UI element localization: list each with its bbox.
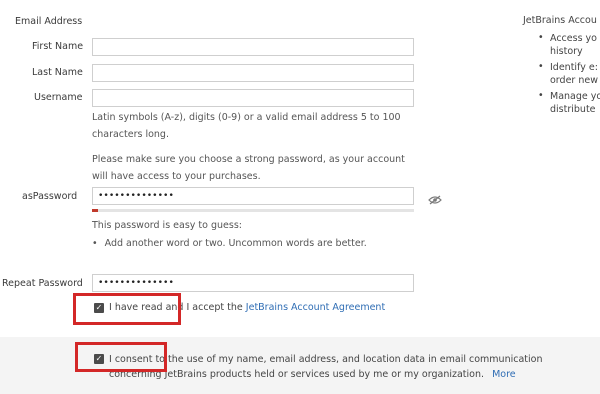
username-hint-line-2: characters long. — [92, 129, 169, 140]
sidebar-bullet: • — [538, 32, 544, 43]
password-note: Please make sure you choose a strong pas… — [92, 151, 405, 185]
username-input[interactable] — [92, 89, 414, 107]
repeat-password-input[interactable]: •••••••••••••• — [92, 274, 414, 292]
password-label-prefix: as — [22, 191, 33, 202]
password-label-text: Password — [32, 191, 78, 202]
username-hint: Latin symbols (A-z), digits (0-9) or a v… — [92, 109, 401, 143]
password-strength-bar — [92, 209, 414, 212]
agreement-highlight — [73, 293, 181, 325]
email-address-label: Email Address — [15, 16, 83, 27]
password-tip-text: Add another word or two. Uncommon words … — [104, 238, 367, 249]
sidebar-item-2: Identify e: order new — [550, 61, 598, 87]
password-note-line-2: will have access to your purchases. — [92, 171, 261, 182]
password-strength-fill — [92, 209, 99, 212]
sidebar-item-3: Manage yo distribute — [550, 90, 600, 116]
agreement-link[interactable]: JetBrains Account Agreement — [246, 302, 385, 313]
password-label: asPassword — [22, 191, 77, 202]
eye-slash-icon[interactable] — [428, 190, 442, 205]
first-name-label: First Name — [32, 41, 84, 52]
username-label: Username — [34, 92, 83, 103]
sidebar-item-2-line-1: Identify e: — [550, 62, 598, 73]
password-tip: • Add another word or two. Uncommon words… — [92, 235, 367, 252]
consent-more-link[interactable]: More — [492, 369, 516, 380]
sidebar-bullet: • — [538, 61, 544, 72]
sidebar-title: JetBrains Accou — [523, 15, 597, 26]
sidebar-item-1-line-1: Access yo — [550, 33, 597, 44]
first-name-input[interactable] — [92, 38, 414, 56]
sidebar-item-1-line-2: history — [550, 46, 583, 57]
sidebar-item-1: Access yo history — [550, 32, 597, 58]
repeat-password-label: Repeat Password — [2, 278, 83, 289]
consent-highlight — [75, 342, 167, 372]
consent-line-2: concerning JetBrains products held or se… — [109, 367, 542, 382]
last-name-input[interactable] — [92, 64, 414, 82]
sidebar-bullet: • — [538, 90, 544, 101]
password-input[interactable]: •••••••••••••• — [92, 187, 414, 205]
consent-text: I consent to the use of my name, email a… — [109, 352, 542, 382]
bullet-dot: • — [92, 238, 98, 249]
password-note-line-1: Please make sure you choose a strong pas… — [92, 154, 405, 165]
consent-line-1: I consent to the use of my name, email a… — [109, 354, 543, 365]
sidebar-item-3-line-2: distribute — [550, 104, 596, 115]
sidebar-item-2-line-2: order new — [550, 75, 598, 86]
last-name-label: Last Name — [32, 67, 83, 78]
username-hint-line-1: Latin symbols (A-z), digits (0-9) or a v… — [92, 112, 401, 123]
password-strength-message: This password is easy to guess: — [92, 220, 242, 231]
sidebar-item-3-line-1: Manage yo — [550, 91, 600, 102]
